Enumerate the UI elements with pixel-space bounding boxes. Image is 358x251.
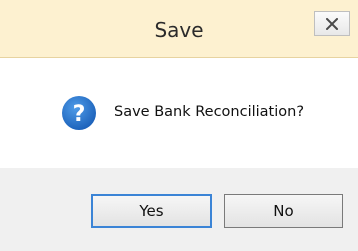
button-bar: Yes No [0, 168, 358, 251]
save-dialog: Save ? Save Bank Reconciliation? Yes No [0, 0, 358, 251]
title-bar[interactable]: Save [0, 0, 358, 58]
close-button[interactable] [314, 11, 350, 36]
no-button[interactable]: No [224, 194, 343, 228]
yes-button[interactable]: Yes [91, 194, 212, 228]
dialog-title: Save [154, 18, 204, 42]
dialog-content: ? Save Bank Reconciliation? [0, 58, 358, 168]
close-icon [326, 17, 338, 30]
svg-text:?: ? [73, 102, 86, 127]
dialog-message: Save Bank Reconciliation? [114, 104, 305, 120]
question-icon: ? [61, 95, 97, 131]
